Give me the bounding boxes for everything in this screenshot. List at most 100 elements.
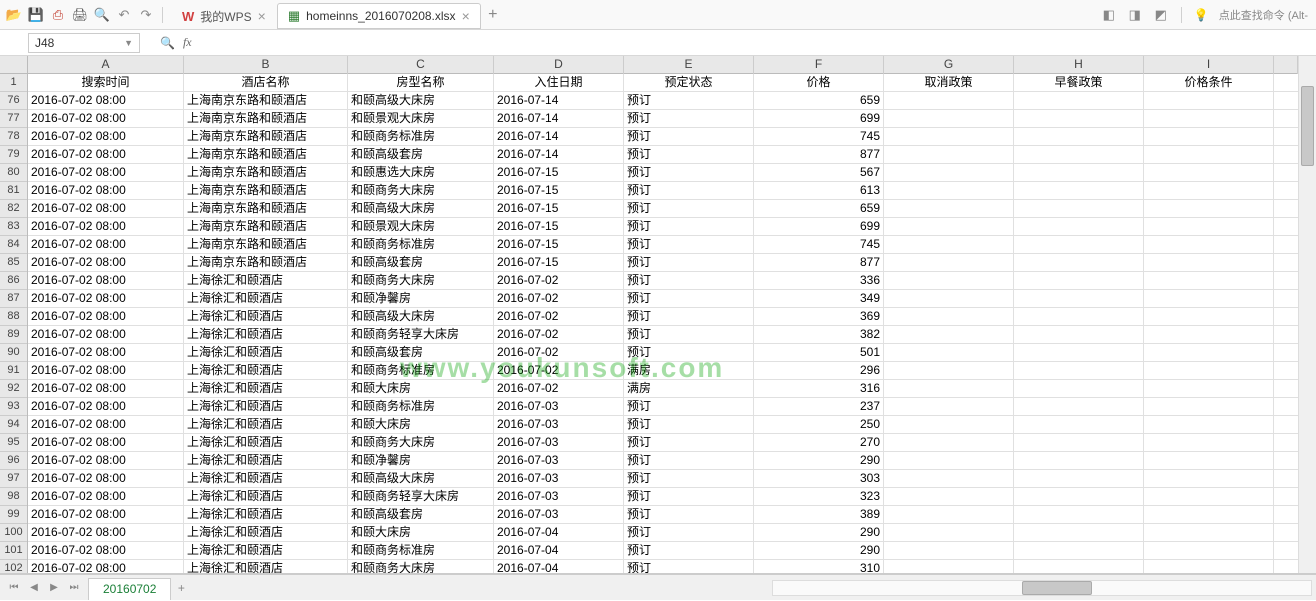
cell[interactable] [1014, 560, 1144, 573]
cell[interactable]: 上海南京东路和颐酒店 [184, 110, 348, 128]
cell[interactable]: 和颐商务大床房 [348, 434, 494, 452]
cell[interactable]: 2016-07-02 08:00 [28, 254, 184, 272]
column-header[interactable]: B [184, 56, 348, 74]
cell[interactable]: 699 [754, 218, 884, 236]
row-header[interactable]: 100 [0, 524, 27, 542]
cell[interactable] [1144, 362, 1274, 380]
cell[interactable]: 和颐惠选大床房 [348, 164, 494, 182]
horizontal-scrollbar[interactable] [772, 580, 1312, 596]
cell[interactable]: 2016-07-02 08:00 [28, 218, 184, 236]
open-icon[interactable]: 📂 [6, 7, 22, 23]
cell[interactable]: 877 [754, 254, 884, 272]
cell[interactable]: 2016-07-15 [494, 236, 624, 254]
column-header[interactable]: G [884, 56, 1014, 74]
cell[interactable] [884, 344, 1014, 362]
cell[interactable]: 预订 [624, 308, 754, 326]
cell[interactable] [884, 236, 1014, 254]
name-box[interactable]: J48 ▼ [28, 33, 140, 53]
cell[interactable]: 和颐商务大床房 [348, 272, 494, 290]
cell[interactable]: 296 [754, 362, 884, 380]
cell[interactable] [1144, 200, 1274, 218]
cell[interactable] [1014, 146, 1144, 164]
row-header[interactable]: 92 [0, 380, 27, 398]
cell[interactable] [1144, 182, 1274, 200]
cell[interactable]: 2016-07-02 08:00 [28, 272, 184, 290]
cell[interactable]: 2016-07-03 [494, 434, 624, 452]
row-header[interactable]: 95 [0, 434, 27, 452]
cell[interactable]: 659 [754, 200, 884, 218]
cell[interactable]: 上海徐汇和颐酒店 [184, 560, 348, 573]
cell[interactable] [1014, 344, 1144, 362]
row-header[interactable]: 97 [0, 470, 27, 488]
row-header[interactable]: 1 [0, 74, 27, 92]
cell[interactable]: 和颐景观大床房 [348, 218, 494, 236]
cell[interactable]: 上海南京东路和颐酒店 [184, 92, 348, 110]
cell[interactable] [1144, 488, 1274, 506]
cell[interactable]: 上海徐汇和颐酒店 [184, 542, 348, 560]
cell[interactable]: 2016-07-15 [494, 254, 624, 272]
close-icon[interactable]: × [462, 8, 470, 24]
row-header[interactable]: 99 [0, 506, 27, 524]
cell[interactable]: 270 [754, 434, 884, 452]
cell[interactable] [884, 380, 1014, 398]
column-header[interactable]: A [28, 56, 184, 74]
cell[interactable]: 满房 [624, 362, 754, 380]
print-preview-icon[interactable]: 🔍 [94, 7, 110, 23]
cell[interactable]: 2016-07-02 08:00 [28, 452, 184, 470]
cell[interactable] [1014, 470, 1144, 488]
cell[interactable]: 2016-07-02 [494, 380, 624, 398]
cell[interactable] [884, 92, 1014, 110]
redo-icon[interactable]: ↷ [138, 7, 154, 23]
row-header[interactable]: 84 [0, 236, 27, 254]
cell[interactable]: 预订 [624, 146, 754, 164]
cell[interactable] [1014, 200, 1144, 218]
cell[interactable]: 和颐商务轻享大床房 [348, 326, 494, 344]
cell[interactable]: 和颐高级套房 [348, 344, 494, 362]
cell[interactable]: 250 [754, 416, 884, 434]
cell[interactable]: 2016-07-03 [494, 488, 624, 506]
sheet-tab-active[interactable]: 20160702 [88, 578, 171, 600]
sheet-nav-prev-icon[interactable]: ◀ [26, 580, 42, 596]
cell[interactable]: 预订 [624, 254, 754, 272]
cell[interactable]: 上海南京东路和颐酒店 [184, 182, 348, 200]
row-header[interactable]: 93 [0, 398, 27, 416]
cell[interactable] [1014, 308, 1144, 326]
cell[interactable] [884, 506, 1014, 524]
cell[interactable]: 和颐商务大床房 [348, 182, 494, 200]
cell[interactable]: 237 [754, 398, 884, 416]
cell[interactable]: 上海南京东路和颐酒店 [184, 146, 348, 164]
cell[interactable]: 上海徐汇和颐酒店 [184, 272, 348, 290]
cell[interactable]: 2016-07-02 08:00 [28, 488, 184, 506]
cell[interactable] [1144, 380, 1274, 398]
cell[interactable] [884, 254, 1014, 272]
cell[interactable]: 2016-07-02 08:00 [28, 308, 184, 326]
cells-area[interactable]: 搜索时间酒店名称房型名称入住日期预定状态价格取消政策早餐政策价格条件2016-0… [28, 74, 1298, 573]
cell[interactable]: 2016-07-02 08:00 [28, 542, 184, 560]
cell[interactable]: 336 [754, 272, 884, 290]
row-header[interactable]: 76 [0, 92, 27, 110]
cell[interactable]: 2016-07-15 [494, 218, 624, 236]
row-header[interactable]: 90 [0, 344, 27, 362]
cell[interactable]: 预订 [624, 128, 754, 146]
sheet-nav-first-icon[interactable]: ⏮ [6, 580, 22, 596]
cell[interactable]: 2016-07-02 08:00 [28, 146, 184, 164]
cell[interactable] [1144, 254, 1274, 272]
cell[interactable] [884, 146, 1014, 164]
cell[interactable] [1144, 524, 1274, 542]
cell[interactable]: 和颐商务标准房 [348, 542, 494, 560]
cell[interactable]: 2016-07-14 [494, 92, 624, 110]
cell[interactable]: 上海徐汇和颐酒店 [184, 308, 348, 326]
cell[interactable]: 2016-07-02 08:00 [28, 110, 184, 128]
header-cell[interactable]: 价格 [754, 74, 884, 92]
cell[interactable]: 501 [754, 344, 884, 362]
cell[interactable] [1014, 506, 1144, 524]
cell[interactable]: 2016-07-02 [494, 308, 624, 326]
cell[interactable]: 2016-07-02 08:00 [28, 362, 184, 380]
cell[interactable] [1144, 434, 1274, 452]
cell[interactable]: 上海徐汇和颐酒店 [184, 434, 348, 452]
row-header[interactable]: 89 [0, 326, 27, 344]
cell[interactable] [884, 326, 1014, 344]
cell[interactable]: 上海徐汇和颐酒店 [184, 416, 348, 434]
cell[interactable]: 2016-07-02 08:00 [28, 128, 184, 146]
cell[interactable]: 预订 [624, 164, 754, 182]
